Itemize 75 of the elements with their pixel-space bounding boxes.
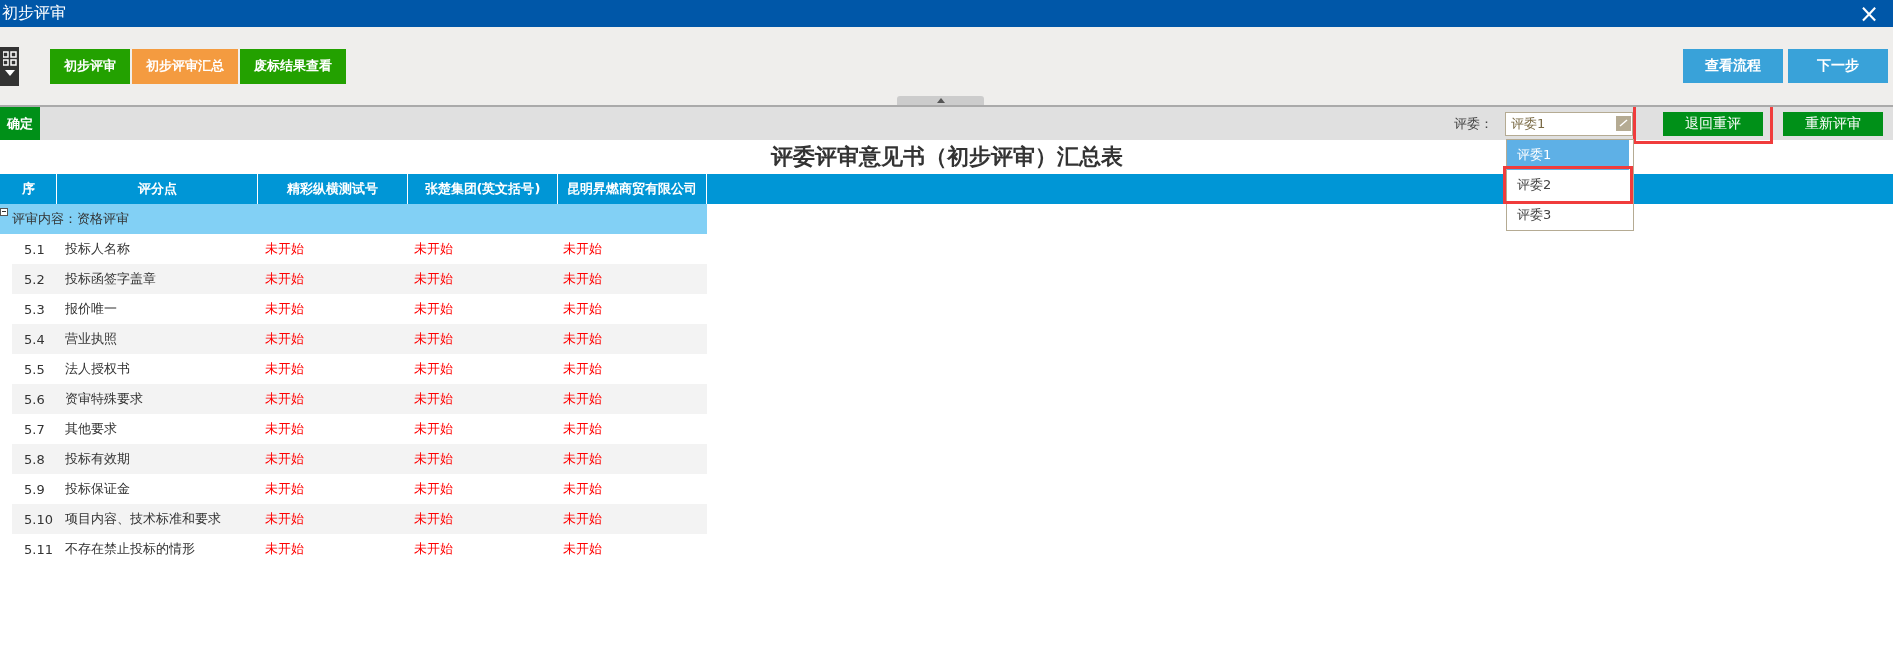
tab[interactable]: 废标结果查看 — [240, 48, 346, 84]
confirm-button[interactable]: 确定 — [0, 107, 40, 140]
table-cell-text: 未开始 — [561, 510, 603, 528]
table-cell-text: 投标人名称 — [63, 240, 131, 258]
action-button[interactable]: 重新评审 — [1783, 111, 1883, 136]
table-cell-text: 未开始 — [412, 390, 454, 408]
table-cell-text: 未开始 — [412, 510, 454, 528]
table-cell-text: 未开始 — [561, 390, 603, 408]
table-cell-text: 投标有效期 — [63, 450, 131, 468]
table-cell-text: 未开始 — [263, 510, 305, 528]
table-cell-text: 5.5 — [23, 361, 46, 377]
table-cell-text: 5.9 — [23, 481, 46, 497]
table-cell-text: 未开始 — [561, 540, 603, 558]
table-cell-text: 投标函签字盖章 — [63, 270, 157, 288]
table-cell-text: 未开始 — [412, 480, 454, 498]
table-cell-text: 未开始 — [263, 390, 305, 408]
table-cell-text: 未开始 — [263, 270, 305, 288]
table-cell-text: 未开始 — [263, 540, 305, 558]
table-cell-text: 不存在禁止投标的情形 — [63, 540, 196, 558]
collapse-icon[interactable] — [0, 208, 8, 216]
group-row[interactable]: 评审内容：资格评审 — [0, 204, 707, 234]
table-cell-text: 未开始 — [561, 300, 603, 318]
table-cell-text: 未开始 — [263, 480, 305, 498]
toolbar-button[interactable]: 查看流程 — [1683, 49, 1783, 83]
reviewer-label: 评委： — [1454, 114, 1493, 133]
table-cell-text: 未开始 — [561, 480, 603, 498]
table-cell-text: 5.10 — [23, 511, 54, 527]
action-button[interactable]: 退回重评 — [1663, 111, 1763, 136]
table-cell-text: 未开始 — [561, 240, 603, 258]
dropdown-option[interactable]: 评委1 — [1507, 139, 1629, 170]
grid-menu-icon[interactable] — [0, 46, 19, 86]
table-cell-text: 5.2 — [23, 271, 46, 287]
table-cell-text: 报价唯一 — [63, 300, 118, 318]
table-cell-text: 未开始 — [561, 420, 603, 438]
tab[interactable]: 初步评审 — [50, 48, 130, 84]
table-cell-text: 项目内容、技术标准和要求 — [63, 510, 222, 528]
table-cell-text: 5.6 — [23, 391, 46, 407]
table-cell-text: 未开始 — [263, 300, 305, 318]
table-cell-text: 未开始 — [412, 420, 454, 438]
table-cell-text: 未开始 — [561, 450, 603, 468]
table-cell-text: 未开始 — [412, 330, 454, 348]
table-cell-text: 未开始 — [412, 540, 454, 558]
table-cell-text: 未开始 — [412, 240, 454, 258]
table-cell-text: 未开始 — [412, 300, 454, 318]
reviewer-select[interactable]: 评委1 — [1505, 111, 1633, 136]
table-cell-text: 未开始 — [561, 270, 603, 288]
collapse-handle[interactable] — [897, 96, 984, 105]
table-cell-text: 未开始 — [263, 360, 305, 378]
table-cell-text: 5.1 — [23, 241, 46, 257]
table-cell-text: 未开始 — [263, 240, 305, 258]
window-title: 初步评审 — [1, 3, 66, 24]
tab[interactable]: 初步评审汇总 — [132, 48, 238, 84]
table-cell-text: 其他要求 — [63, 420, 118, 438]
group-label: 评审内容：资格评审 — [12, 210, 129, 228]
table-cell-text: 资审特殊要求 — [63, 390, 144, 408]
table-cell-text: 未开始 — [412, 450, 454, 468]
table-cell-text: 未开始 — [263, 420, 305, 438]
table-cell-text: 5.11 — [23, 541, 54, 557]
table-cell-text: 未开始 — [561, 330, 603, 348]
table-cell-text: 法人授权书 — [63, 360, 131, 378]
table-cell-text: 未开始 — [561, 360, 603, 378]
table-cell-text: 5.3 — [23, 301, 46, 317]
report-title: 评委评审意见书（初步评审）汇总表 — [770, 143, 1123, 171]
close-button[interactable]: × — [1844, 1, 1893, 26]
table-cell-text: 未开始 — [263, 330, 305, 348]
table-cell-text: 5.8 — [23, 451, 46, 467]
table-cell-text: 5.4 — [23, 331, 46, 347]
table-cell-text: 未开始 — [263, 450, 305, 468]
dropdown-option[interactable]: 评委3 — [1507, 199, 1629, 230]
toolbar-button[interactable]: 下一步 — [1788, 49, 1888, 83]
table-cell-text: 未开始 — [412, 360, 454, 378]
table-cell-text: 投标保证金 — [63, 480, 131, 498]
table-cell-text: 未开始 — [412, 270, 454, 288]
table-cell-text: 5.7 — [23, 421, 46, 437]
table-cell-text: 营业执照 — [63, 330, 118, 348]
